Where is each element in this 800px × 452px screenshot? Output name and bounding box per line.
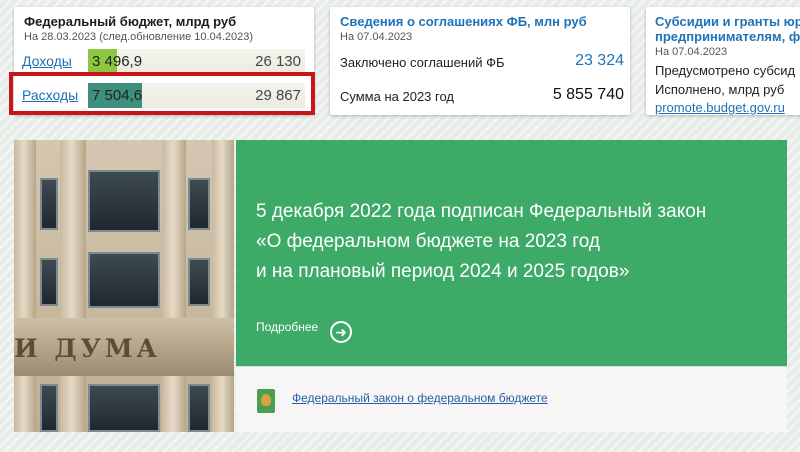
federal-budget-date: На 28.03.2023 (след.обновление 10.04.202… (24, 31, 254, 43)
agreements-sum-value: 5 855 740 (552, 86, 624, 103)
photo-window (88, 170, 160, 232)
banner-green-panel: 5 декабря 2022 года подписан Федеральный… (236, 140, 787, 366)
banner-headline: 5 декабря 2022 года подписан Федеральный… (256, 197, 706, 287)
banner-headline-line2: «О федеральном бюджете на 2023 год (256, 231, 600, 252)
federal-budget-title: Федеральный бюджет, млрд руб (24, 14, 237, 29)
federal-law-link[interactable]: Федеральный закон о федеральном бюджете (292, 391, 548, 405)
subsidies-date: На 07.04.2023 (655, 46, 728, 58)
agreements-sum-label: Сумма на 2023 год (340, 89, 454, 104)
subsidies-title-line1[interactable]: Субсидии и гранты юр (655, 14, 800, 29)
budget-row-income: Доходы 3 496,9 26 130 (22, 49, 305, 74)
news-banner: И ДУМА 5 декабря 2022 года подписан Феде… (14, 140, 787, 432)
photo-column (14, 140, 36, 432)
agreements-card[interactable]: Сведения о соглашениях ФБ, млн руб На 07… (330, 7, 630, 115)
banner-headline-line3: и на плановый период 2024 и 2025 годов» (256, 261, 630, 282)
state-duma-photo: И ДУМА (14, 140, 234, 432)
income-link[interactable]: Доходы (22, 53, 72, 69)
photo-column (162, 140, 186, 432)
photo-window (88, 384, 160, 432)
agreements-count-label: Заключено соглашений ФБ (340, 55, 505, 70)
photo-window (188, 384, 210, 432)
subsidies-card[interactable]: Субсидии и гранты юр предпринимателям, ф… (646, 7, 800, 115)
income-plan: 26 130 (255, 53, 301, 70)
banner-footer: Федеральный закон о федеральном бюджете (236, 366, 787, 432)
banner-headline-line1: 5 декабря 2022 года подписан Федеральный… (256, 201, 707, 222)
photo-window (188, 178, 210, 230)
arrow-right-circle-icon[interactable]: ➜ (330, 321, 352, 343)
photo-window (188, 258, 210, 306)
photo-duma-inscription: И ДУМА (14, 334, 161, 363)
agreements-count-value[interactable]: 23 324 (575, 52, 624, 70)
expenses-highlight-frame (9, 72, 315, 115)
agreements-row-sum: Сумма на 2023 год 5 855 740 (340, 86, 624, 104)
photo-column (60, 140, 86, 432)
subsidies-planned-label: Предусмотрено субсид (655, 63, 796, 78)
promote-budget-link[interactable]: promote.budget.gov.ru (655, 100, 785, 115)
photo-window (88, 252, 160, 308)
photo-column (212, 140, 234, 432)
subsidies-executed-label: Исполнено, млрд руб (655, 82, 785, 97)
income-value: 3 496,9 (92, 53, 143, 70)
document-emblem-icon (257, 389, 275, 413)
agreements-date: На 07.04.2023 (340, 31, 413, 43)
photo-window (40, 384, 58, 432)
more-link[interactable]: Подробнее (256, 320, 318, 334)
photo-window (40, 178, 58, 230)
agreements-row-count: Заключено соглашений ФБ 23 324 (340, 52, 624, 70)
photo-window (40, 258, 58, 306)
subsidies-title-line2[interactable]: предпринимателям, фи (655, 29, 800, 44)
agreements-title[interactable]: Сведения о соглашениях ФБ, млн руб (340, 14, 587, 29)
